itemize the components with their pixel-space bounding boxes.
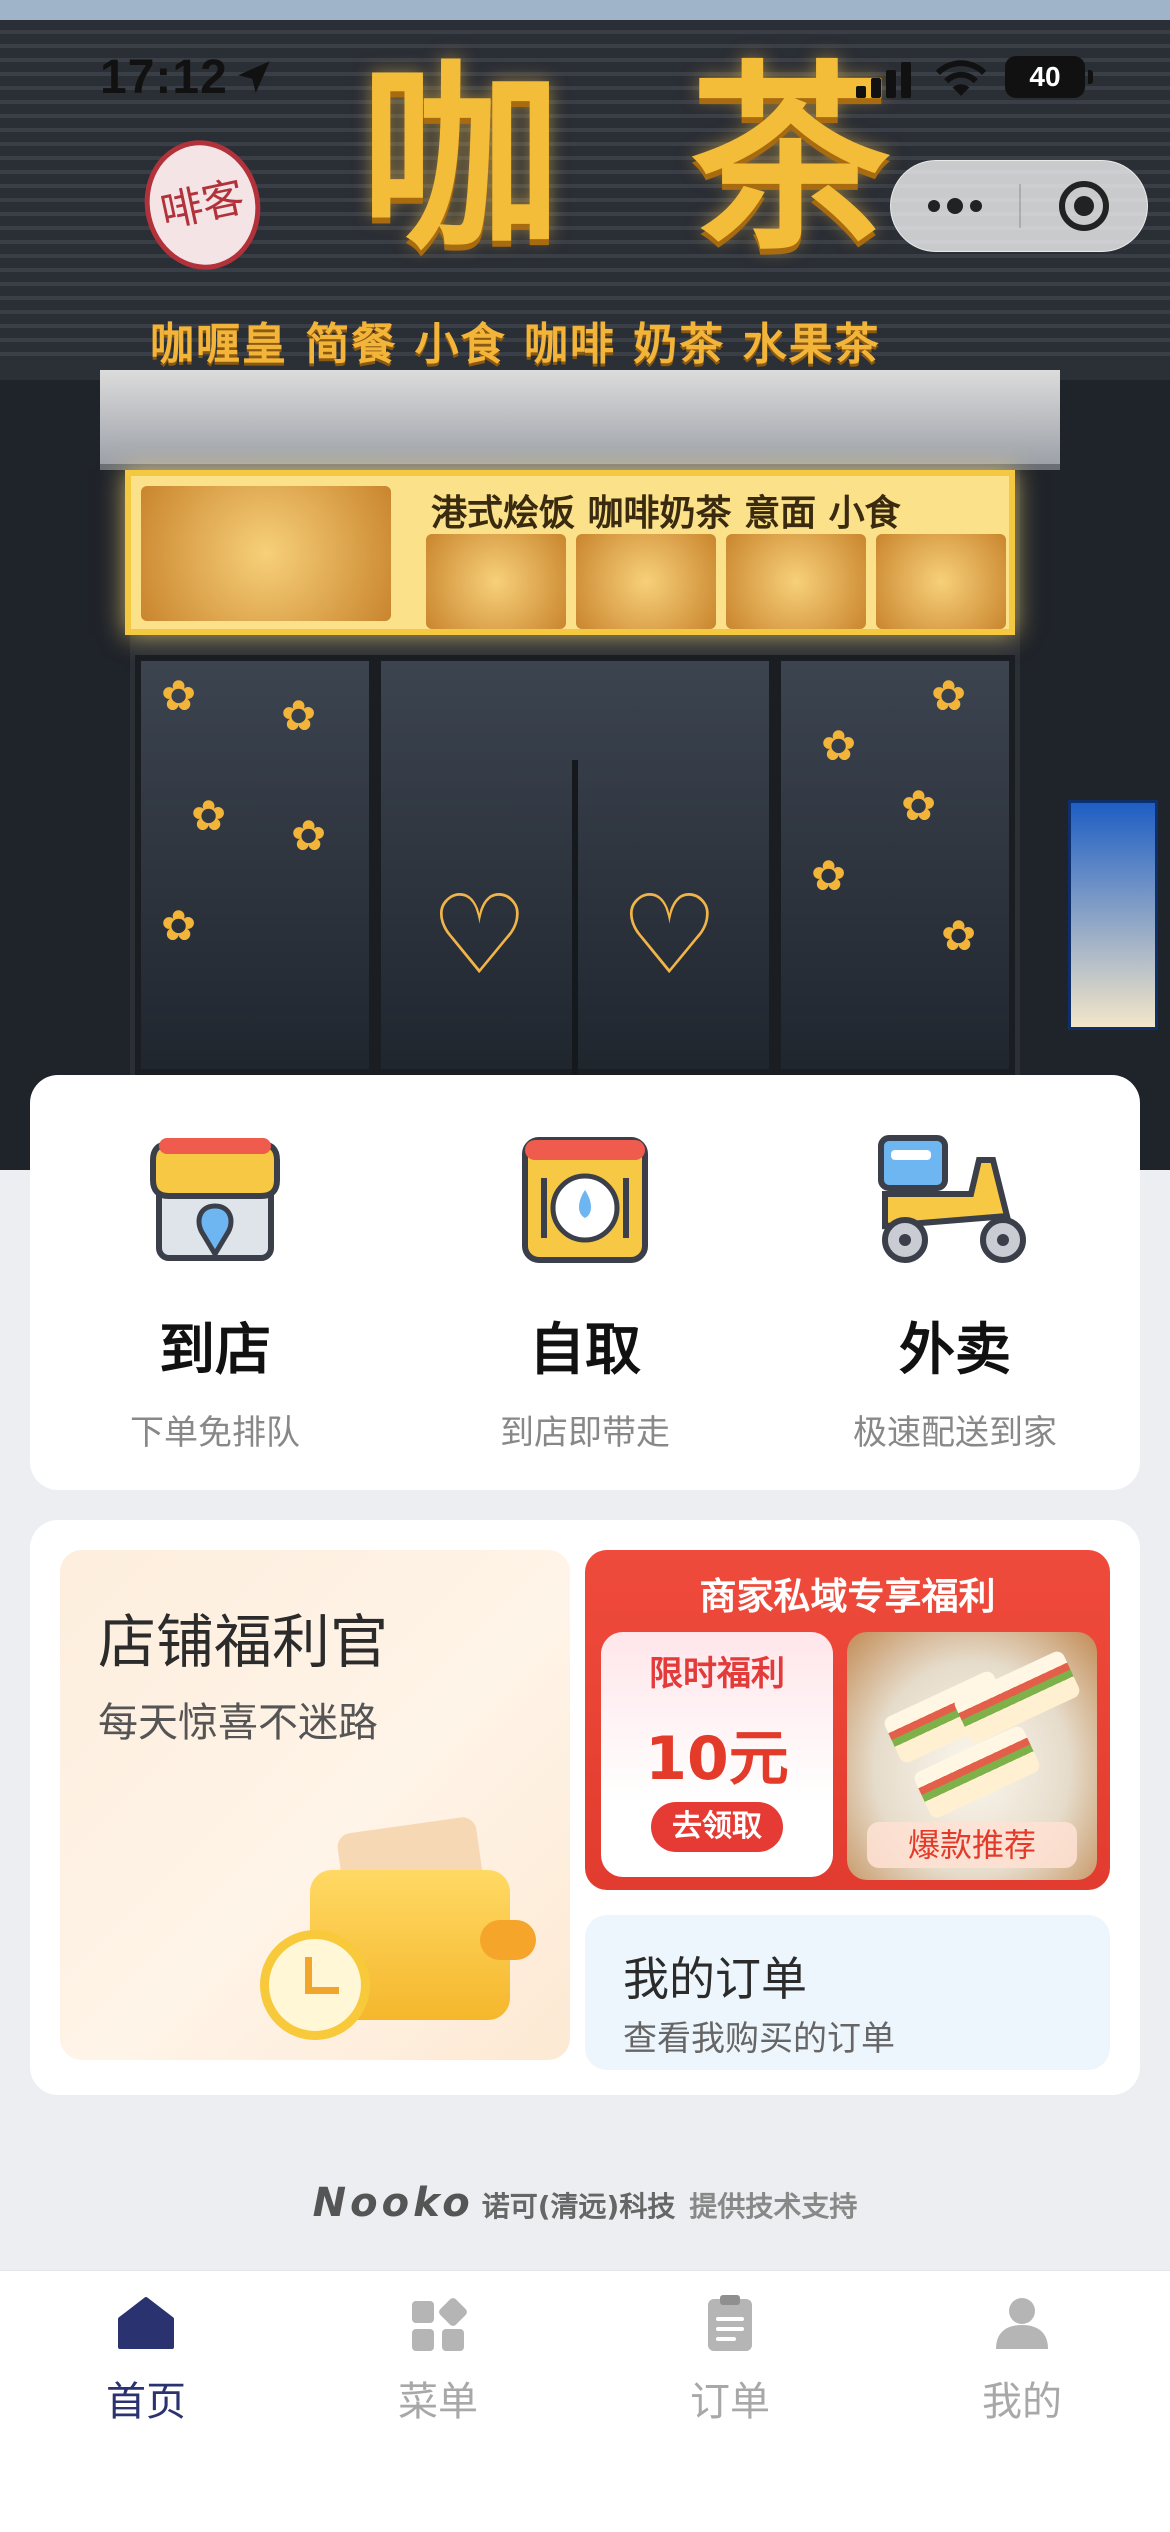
bottom-tab-bar: 首页 菜单 订单 我的 [0, 2270, 1170, 2532]
promo-section: 店铺福利官 每天惊喜不迷路 商家私域专享福利 限时福利 10元 去领取 爆款推荐… [30, 1520, 1140, 2095]
close-target-icon[interactable] [1021, 160, 1147, 252]
pickup-option[interactable]: 自取 到店即带走 [400, 1075, 770, 1490]
welfare-title: 店铺福利官 [98, 1608, 389, 1676]
tab-label: 菜单 [398, 2379, 478, 2425]
credit-company: 诺可(清远)科技 [481, 2190, 676, 2223]
flower-decal: ✿ [931, 671, 967, 720]
battery-indicator: 40 [1005, 56, 1093, 98]
flower-decal: ✿ [161, 671, 197, 720]
location-arrow-icon [238, 61, 270, 93]
clock-icon [260, 1930, 370, 2040]
user-icon [996, 2298, 1048, 2349]
heart-decal: ♡ [430, 871, 529, 999]
credit-brand: Nooko [312, 2180, 474, 2226]
orders-title: 我的订单 [623, 1952, 807, 2006]
dish-photo [726, 534, 866, 629]
awning [100, 370, 1060, 470]
window-left: ✿ ✿ ✿ ✿ ✿ [135, 655, 375, 1075]
deal-title: 商家私域专享福利 [699, 1575, 996, 1618]
service-title: 到店 [159, 1318, 271, 1383]
flower-decal: ✿ [291, 811, 327, 860]
service-subtitle: 极速配送到家 [853, 1413, 1057, 1453]
heart-decal: ♡ [620, 871, 719, 999]
menu-board: 港式烩饭 咖啡奶茶 意面 小食 [125, 470, 1015, 635]
menu-grid-icon [412, 2298, 467, 2351]
flower-decal: ✿ [941, 911, 977, 960]
coupon-title: 限时福利 [649, 1654, 785, 1694]
dine-in-option[interactable]: 到店 下单免排队 [30, 1075, 400, 1490]
flower-decal: ✿ [161, 901, 197, 950]
dining-plate-icon [522, 1137, 648, 1263]
home-icon [118, 2297, 174, 2349]
dish-photo [876, 534, 1006, 629]
status-bar: 17:12 40 [0, 0, 1170, 150]
credit-support: 提供技术支持 [689, 2190, 858, 2223]
clipboard-icon [708, 2295, 752, 2351]
tab-home[interactable]: 首页 [0, 2271, 292, 2471]
my-orders-card[interactable]: 我的订单 查看我购买的订单 [585, 1915, 1110, 2070]
orders-subtitle: 查看我购买的订单 [623, 2019, 895, 2059]
window-right: ✿ ✿ ✿ ✿ ✿ [775, 655, 1015, 1075]
cellular-signal-icon [856, 60, 914, 98]
service-cards: 到店 下单免排队 自取 到店即带走 外卖 极速配送到家 [30, 1075, 1140, 1490]
scooter-icon [878, 1135, 1026, 1263]
tab-label: 订单 [690, 2379, 770, 2425]
more-icon[interactable] [891, 160, 1019, 252]
flower-decal: ✿ [901, 781, 937, 830]
delivery-option[interactable]: 外卖 极速配送到家 [770, 1075, 1140, 1490]
miniprogram-capsule [890, 160, 1148, 252]
welfare-subtitle: 每天惊喜不迷路 [98, 1700, 378, 1746]
service-subtitle: 下单免排队 [130, 1413, 300, 1453]
wall-poster [1068, 800, 1158, 1030]
tab-menu[interactable]: 菜单 [292, 2271, 584, 2471]
dish-photo [141, 486, 391, 621]
claim-coupon-button[interactable]: 去领取 [651, 1802, 783, 1852]
flower-decal: ✿ [811, 851, 847, 900]
service-title: 外卖 [899, 1318, 1011, 1383]
wallet-clasp [480, 1920, 536, 1960]
featured-food-image[interactable]: 爆款推荐 [847, 1632, 1097, 1880]
coupon[interactable]: 限时福利 10元 去领取 [601, 1632, 833, 1877]
flower-decal: ✿ [281, 691, 317, 740]
flower-decal: ✿ [191, 791, 227, 840]
tech-support-credit: Nooko 诺可(清远)科技 提供技术支持 [0, 2180, 1170, 2226]
storefront-icon [150, 1138, 280, 1261]
pillar-left [0, 380, 130, 1170]
service-title: 自取 [529, 1318, 641, 1383]
store-welfare-card[interactable]: 店铺福利官 每天惊喜不迷路 [60, 1550, 570, 2060]
store-tagline: 咖喱皇 简餐 小食 咖啡 奶茶 水果茶 [150, 319, 881, 370]
service-subtitle: 到店即带走 [500, 1413, 670, 1453]
exclusive-deal-card[interactable]: 商家私域专享福利 限时福利 10元 去领取 爆款推荐 [585, 1550, 1110, 1890]
hot-pick-tag: 爆款推荐 [867, 1822, 1077, 1868]
status-time: 17:12 [100, 51, 228, 104]
flower-decal: ✿ [821, 721, 857, 770]
tab-label: 我的 [982, 2379, 1062, 2425]
pillar-right [1020, 380, 1170, 1170]
tab-profile[interactable]: 我的 [876, 2271, 1168, 2471]
tab-label: 首页 [106, 2379, 186, 2425]
coupon-amount: 10元 [645, 1724, 789, 1794]
dish-photo [426, 534, 566, 629]
tab-orders[interactable]: 订单 [584, 2271, 876, 2471]
dish-photo [576, 534, 716, 629]
menu-board-title: 港式烩饭 咖啡奶茶 意面 小食 [431, 493, 901, 534]
wifi-icon [935, 60, 987, 96]
